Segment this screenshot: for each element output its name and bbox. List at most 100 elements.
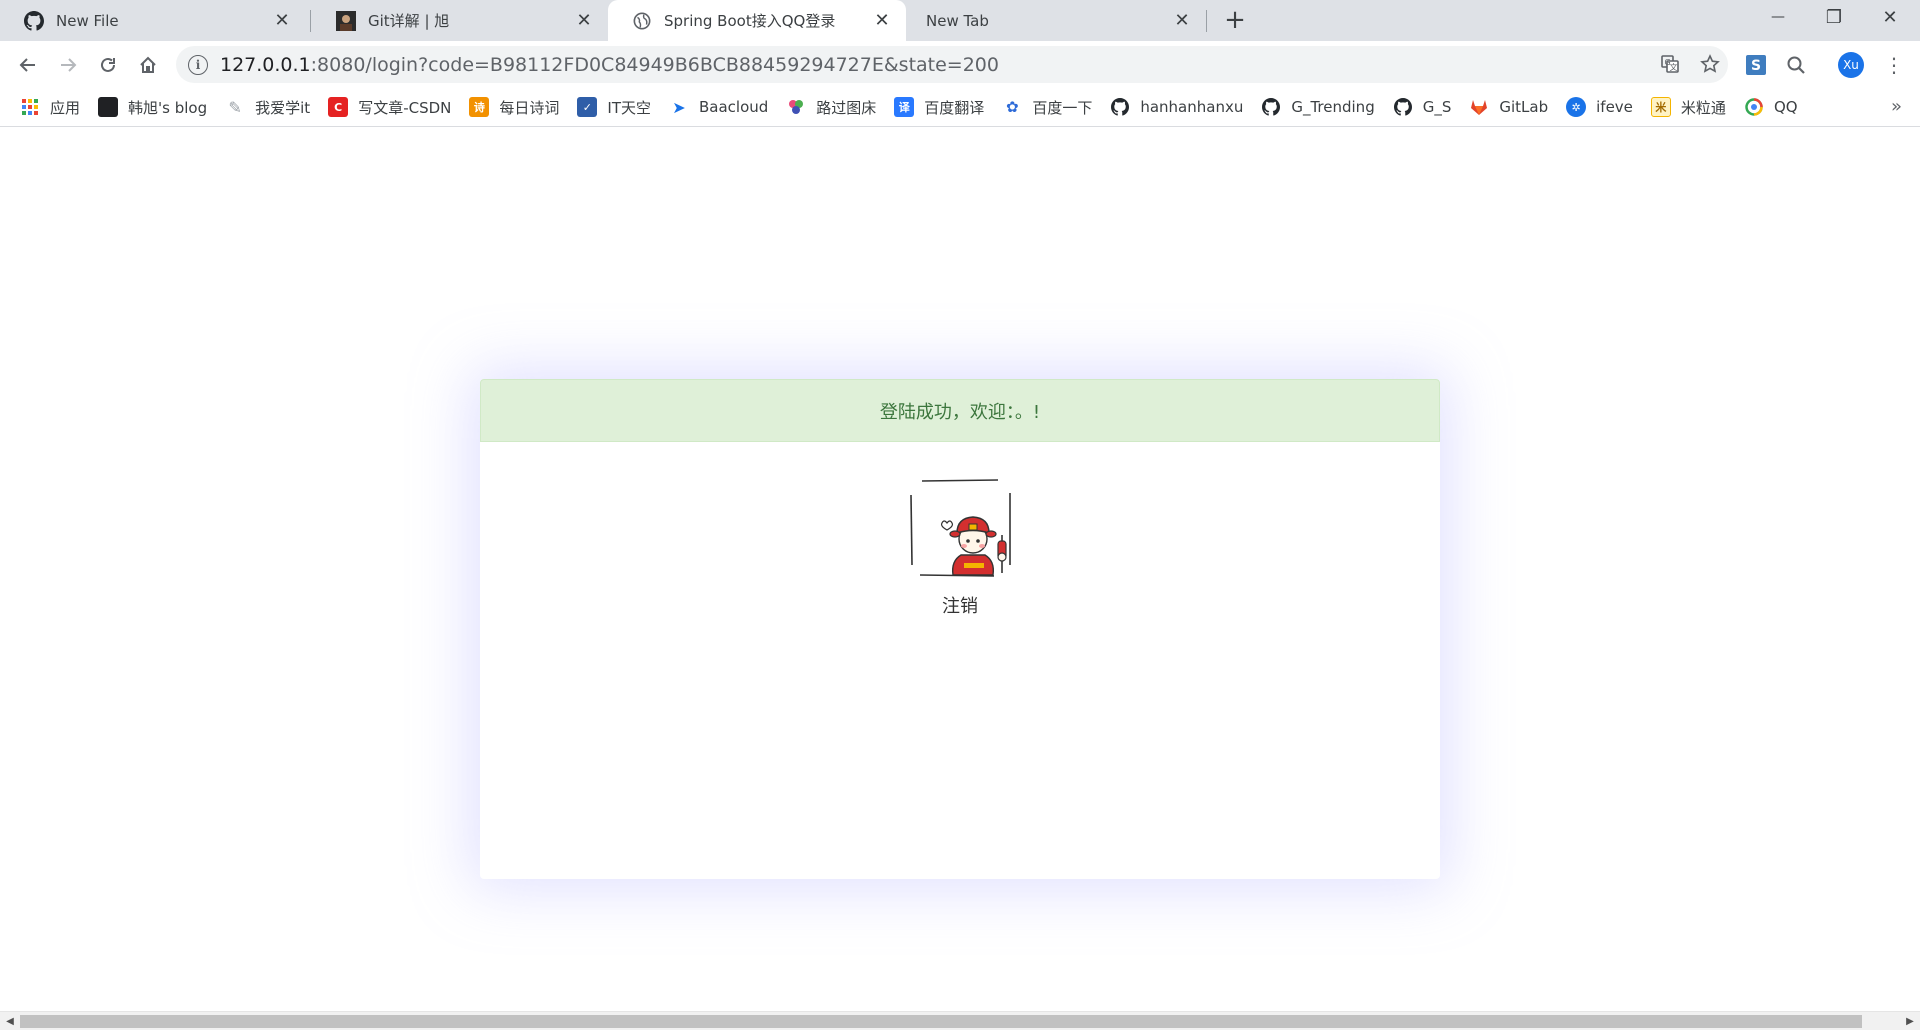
translate-icon[interactable]: G文 — [1654, 48, 1686, 80]
logout-link[interactable]: 注销 — [480, 592, 1440, 618]
bookmark-label: ifeve — [1596, 98, 1633, 116]
tab-git-article[interactable]: Git详解 | 旭 ✕ — [312, 0, 608, 41]
bookmark-label: 每日诗词 — [499, 98, 560, 117]
csdn-icon: C — [328, 97, 349, 117]
close-window-button[interactable]: ✕ — [1862, 0, 1918, 34]
login-result-card: 登陆成功，欢迎：。! 注销 — [480, 379, 1440, 879]
bookmark-militong[interactable]: 米 米粒通 — [1645, 92, 1734, 122]
new-tab-button[interactable]: + — [1220, 5, 1250, 35]
bookmarks-overflow-button[interactable]: » — [1891, 96, 1902, 117]
translate-icon: 译 — [894, 97, 915, 117]
qq-icon — [1744, 97, 1764, 117]
profile-avatar[interactable]: Xu — [1838, 52, 1864, 78]
bookmark-label: IT天空 — [607, 98, 651, 117]
scroll-left-icon[interactable]: ◀ — [2, 1014, 18, 1028]
book-icon: ✎ — [228, 97, 242, 117]
restore-icon: ❐ — [1825, 6, 1843, 28]
bookmark-csdn[interactable]: C 写文章-CSDN — [322, 92, 459, 122]
tab-spring-boot-qq-login[interactable]: Spring Boot接入QQ登录 ✕ — [608, 0, 906, 41]
bookmark-label: 应用 — [50, 98, 81, 117]
globe-icon — [632, 11, 652, 31]
close-icon: ✕ — [1882, 6, 1898, 28]
scrollbar-thumb[interactable] — [20, 1015, 1862, 1028]
bookmark-label: 路过图床 — [816, 98, 877, 117]
qq-avatar — [906, 477, 1024, 582]
bookmark-label: Baacloud — [698, 98, 769, 116]
bookmark-label: hanhanhanxu — [1140, 98, 1244, 116]
close-icon[interactable]: ✕ — [574, 10, 594, 31]
blog-favicon-icon — [98, 97, 119, 117]
github-icon — [24, 10, 44, 31]
tab-strip: New File ✕ Git详解 | 旭 ✕ Spring Boot接入QQ登录… — [0, 0, 1920, 41]
bookmark-baacloud[interactable]: ➤ Baacloud — [663, 92, 776, 122]
bookmark-apps[interactable]: 应用 — [14, 92, 88, 122]
arrow-right-icon — [61, 58, 77, 72]
browser-toolbar: i 127.0.0.1:8080/login?code=B98112FD0C84… — [0, 41, 1920, 88]
itsky-icon: ✓ — [577, 97, 598, 117]
bookmark-hanhanhanxu[interactable]: hanhanhanxu — [1104, 92, 1251, 122]
search-extension-icon[interactable] — [1780, 49, 1812, 81]
bookmark-g-trending[interactable]: G_Trending — [1255, 92, 1382, 122]
reload-icon — [101, 57, 115, 72]
arrow-left-icon — [19, 58, 35, 72]
tab-divider — [1206, 10, 1207, 32]
scroll-right-icon[interactable]: ▶ — [1902, 1014, 1918, 1028]
bookmark-itsky[interactable]: ✓ IT天空 — [571, 92, 659, 122]
bookmark-blog[interactable]: 韩旭's blog — [92, 92, 215, 122]
bookmark-baidu-translate[interactable]: 译 百度翻译 — [888, 92, 992, 122]
bookmark-label: G_Trending — [1291, 98, 1375, 116]
bookmark-label: 写文章-CSDN — [358, 98, 452, 117]
minimize-button[interactable]: — — [1750, 0, 1806, 34]
address-bar[interactable]: i 127.0.0.1:8080/login?code=B98112FD0C84… — [176, 46, 1728, 83]
bookmarks-bar: 应用 韩旭's blog ✎ 我爱学it C 写文章-CSDN 诗 每日诗词 ✓… — [0, 88, 1920, 127]
bookmark-woaixueit[interactable]: ✎ 我爱学it — [219, 92, 318, 122]
home-button[interactable] — [132, 49, 164, 81]
horizontal-scrollbar[interactable]: ◀ ▶ — [0, 1011, 1920, 1030]
bookmark-label: 我爱学it — [255, 98, 311, 117]
paper-plane-icon: ➤ — [672, 97, 686, 117]
reload-button[interactable] — [92, 49, 124, 81]
bookmark-gitlab[interactable]: GitLab — [1463, 92, 1556, 122]
bookmark-label: GitLab — [1499, 98, 1549, 116]
bookmark-g-s[interactable]: G_S — [1387, 92, 1460, 122]
close-icon[interactable]: ✕ — [272, 10, 292, 31]
url-path: :8080/login?code=B98112FD0C84949B6BCB884… — [310, 53, 999, 76]
bookmark-baidu[interactable]: ✿ 百度一下 — [996, 92, 1100, 122]
tab-title: New File — [56, 11, 119, 30]
url-text: 127.0.0.1:8080/login?code=B98112FD0C8494… — [220, 54, 999, 76]
bookmark-poem[interactable]: 诗 每日诗词 — [463, 92, 567, 122]
bookmark-label: 百度翻译 — [924, 98, 985, 117]
url-host: 127.0.0.1 — [220, 53, 311, 76]
github-icon — [1393, 97, 1413, 117]
militong-icon: 米 — [1650, 97, 1671, 117]
forward-button[interactable] — [52, 49, 84, 81]
gitlab-icon — [1469, 97, 1489, 117]
bookmark-label: QQ — [1773, 98, 1798, 116]
tab-new-tab[interactable]: New Tab ✕ — [906, 0, 1206, 41]
baidu-paw-icon: ✿ — [1006, 98, 1019, 116]
svg-text:文: 文 — [1670, 62, 1678, 72]
ifeve-icon: ✲ — [1566, 97, 1587, 117]
bookmark-qq[interactable]: QQ — [1738, 92, 1806, 122]
apps-grid-icon — [20, 97, 40, 117]
bookmark-ifeve[interactable]: ✲ ifeve — [1560, 92, 1641, 122]
star-icon[interactable] — [1694, 48, 1726, 80]
bookmark-label: 韩旭's blog — [128, 98, 208, 117]
tab-title: Git详解 | 旭 — [368, 12, 450, 30]
restore-button[interactable]: ❐ — [1806, 0, 1862, 34]
tab-title: Spring Boot接入QQ登录 — [664, 12, 836, 30]
bookmark-label: 百度一下 — [1032, 98, 1093, 117]
menu-icon[interactable]: ⋮ — [1878, 49, 1910, 81]
info-icon[interactable]: i — [188, 54, 208, 75]
success-alert: 登陆成功，欢迎：。! — [480, 379, 1440, 442]
extension-s-icon[interactable]: S — [1740, 49, 1772, 81]
poem-icon: 诗 — [469, 97, 490, 117]
tab-new-file[interactable]: New File ✕ — [0, 0, 306, 41]
github-icon — [1110, 97, 1130, 117]
close-icon[interactable]: ✕ — [872, 10, 892, 31]
home-icon — [140, 56, 156, 73]
tab-title: New Tab — [926, 11, 989, 30]
close-icon[interactable]: ✕ — [1172, 10, 1192, 31]
bookmark-image-host[interactable]: 路过图床 — [780, 92, 884, 122]
back-button[interactable] — [12, 49, 44, 81]
